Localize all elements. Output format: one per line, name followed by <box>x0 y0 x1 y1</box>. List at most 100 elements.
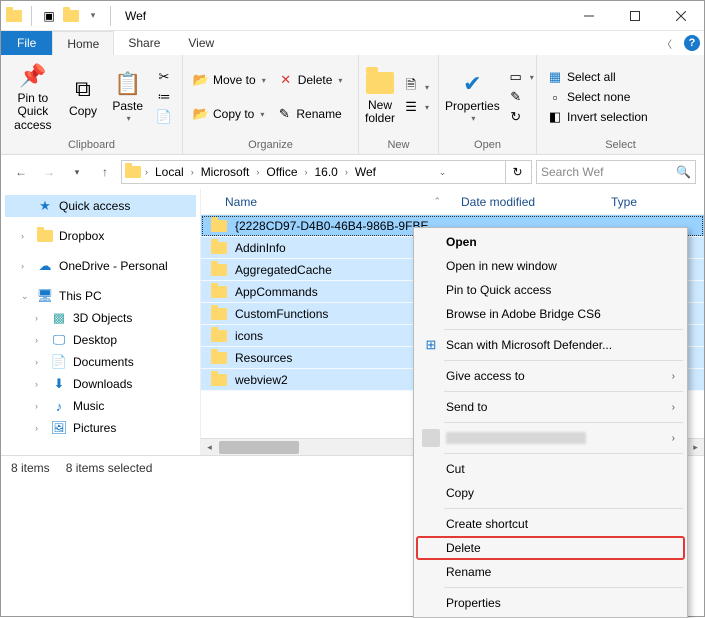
select-all-button[interactable]: ▦Select all <box>543 68 652 86</box>
copy-to-button[interactable]: 📂Copy to▾ <box>189 105 268 123</box>
delete-icon: ✕ <box>278 72 294 88</box>
tree-this-pc[interactable]: ⌄🖥This PC <box>5 285 196 307</box>
tree-3d-objects[interactable]: ›▩3D Objects <box>5 307 196 329</box>
tree-documents[interactable]: ›📄Documents <box>5 351 196 373</box>
tab-view[interactable]: View <box>174 31 228 55</box>
quick-access-toolbar: ▣ ▾ <box>1 6 119 26</box>
group-open: ✔ Properties ▾ ▭▾ ✎ ↻ Open <box>439 55 537 154</box>
ctx-browse-bridge[interactable]: Browse in Adobe Bridge CS6 <box>416 302 685 326</box>
search-icon[interactable]: 🔍 <box>676 165 691 179</box>
maximize-button[interactable] <box>612 1 658 31</box>
close-button[interactable] <box>658 1 704 31</box>
ctx-give-access[interactable]: Give access to› <box>416 364 685 388</box>
group-label-organize: Organize <box>183 139 358 154</box>
chevron-right-icon[interactable]: › <box>142 167 151 177</box>
ctx-open[interactable]: Open <box>416 230 685 254</box>
open-icon: ▭ <box>508 69 524 85</box>
shortcut-icon: 📄 <box>156 109 172 125</box>
tree-downloads[interactable]: ›⬇Downloads <box>5 373 196 395</box>
ctx-create-shortcut[interactable]: Create shortcut <box>416 512 685 536</box>
crumb-local[interactable]: Local <box>151 161 188 183</box>
back-button[interactable]: ← <box>9 160 33 184</box>
move-to-button[interactable]: 📂Move to▾ <box>189 71 270 89</box>
ctx-delete[interactable]: Delete <box>416 536 685 560</box>
tree-quick-access[interactable]: ★Quick access <box>5 195 196 217</box>
cut-small-button[interactable]: ✂ <box>152 68 176 86</box>
scroll-right-icon[interactable]: ▸ <box>687 439 704 455</box>
select-none-icon: ▫ <box>547 89 563 105</box>
ctx-cut[interactable]: Cut <box>416 457 685 481</box>
properties-label: Properties <box>445 100 500 113</box>
paste-button[interactable]: 📋 Paste ▾ <box>107 70 148 124</box>
column-date[interactable]: Date modified <box>451 195 601 209</box>
ctx-redacted-item[interactable]: x› <box>416 426 685 450</box>
properties-qat-icon[interactable]: ▣ <box>40 7 58 25</box>
history-small-button[interactable]: ↻ <box>504 108 538 126</box>
new-item-button[interactable]: 🗎▾ <box>399 78 433 96</box>
open-folder-qat-icon[interactable] <box>62 7 80 25</box>
new-folder-button[interactable]: New folder <box>365 69 395 125</box>
ctx-open-new-window[interactable]: Open in new window <box>416 254 685 278</box>
select-none-button[interactable]: ▫Select none <box>543 88 652 106</box>
properties-button[interactable]: ✔ Properties ▾ <box>445 70 500 124</box>
easy-access-button[interactable]: ☰▾ <box>399 98 433 116</box>
paste-shortcut-small-button[interactable]: 📄 <box>152 108 176 126</box>
minimize-button[interactable] <box>566 1 612 31</box>
breadcrumb-dropdown[interactable]: ⌄ <box>430 161 454 183</box>
search-input[interactable]: Search Wef 🔍 <box>536 160 696 184</box>
invert-selection-button[interactable]: ◧Invert selection <box>543 108 652 126</box>
scroll-thumb[interactable] <box>219 441 299 454</box>
column-headers: Name⌃ Date modified Type <box>201 189 704 215</box>
ribbon-tabs: File Home Share View 〈 ? <box>1 31 704 55</box>
refresh-button[interactable]: ↻ <box>505 161 529 183</box>
ctx-properties[interactable]: Properties <box>416 591 685 615</box>
crumb-wef[interactable]: Wef <box>351 161 380 183</box>
desktop-icon: 🖵 <box>51 332 67 348</box>
separator <box>444 453 683 454</box>
collapse-ribbon-icon[interactable]: 〈 <box>654 31 680 55</box>
crumb-office[interactable]: Office <box>262 161 301 183</box>
tree-desktop[interactable]: ›🖵Desktop <box>5 329 196 351</box>
navigation-tree[interactable]: ★Quick access ›Dropbox ›☁OneDrive - Pers… <box>1 189 201 455</box>
ctx-copy[interactable]: Copy <box>416 481 685 505</box>
edit-small-button[interactable]: ✎ <box>504 88 538 106</box>
cube-icon: ▩ <box>51 310 67 326</box>
breadcrumb[interactable]: › Local› Microsoft› Office› 16.0› Wef ⌄ … <box>121 160 532 184</box>
tab-file[interactable]: File <box>1 31 52 55</box>
tab-share[interactable]: Share <box>114 31 174 55</box>
paste-label: Paste <box>112 100 143 113</box>
folder-icon <box>211 372 227 388</box>
rename-button[interactable]: ✎Rename <box>272 105 345 123</box>
select-all-icon: ▦ <box>547 69 563 85</box>
up-button[interactable]: ↑ <box>93 160 117 184</box>
ctx-send-to[interactable]: Send to› <box>416 395 685 419</box>
rename-icon: ✎ <box>276 106 292 122</box>
delete-button[interactable]: ✕Delete▾ <box>274 71 347 89</box>
tree-pictures[interactable]: ›🖼Pictures <box>5 417 196 439</box>
ctx-pin-quick-access[interactable]: Pin to Quick access <box>416 278 685 302</box>
folder-icon <box>211 350 227 366</box>
copy-button[interactable]: ⧉ Copy <box>63 75 104 118</box>
scroll-left-icon[interactable]: ◂ <box>201 439 218 455</box>
qat-dropdown-icon[interactable]: ▾ <box>84 7 102 25</box>
edit-icon: ✎ <box>508 89 524 105</box>
crumb-16-0[interactable]: 16.0 <box>311 161 342 183</box>
pin-to-quick-access-button[interactable]: 📌 Pin to Quick access <box>7 62 59 132</box>
help-button[interactable]: ? <box>680 31 704 55</box>
new-item-icon: 🗎 <box>403 79 419 95</box>
open-small-button[interactable]: ▭▾ <box>504 68 538 86</box>
tab-home[interactable]: Home <box>52 31 114 55</box>
crumb-microsoft[interactable]: Microsoft <box>197 161 254 183</box>
forward-button[interactable]: → <box>37 160 61 184</box>
ctx-defender-scan[interactable]: ⊞Scan with Microsoft Defender... <box>416 333 685 357</box>
copy-path-small-button[interactable]: ≔ <box>152 88 176 106</box>
tree-dropbox[interactable]: ›Dropbox <box>5 225 196 247</box>
column-type[interactable]: Type <box>601 195 704 209</box>
chevron-right-icon: › <box>672 433 675 444</box>
recent-dropdown[interactable]: ▾ <box>65 160 89 184</box>
easy-access-icon: ☰ <box>403 99 419 115</box>
tree-music[interactable]: ›♪Music <box>5 395 196 417</box>
column-name[interactable]: Name⌃ <box>201 195 451 209</box>
tree-onedrive[interactable]: ›☁OneDrive - Personal <box>5 255 196 277</box>
ctx-rename[interactable]: Rename <box>416 560 685 584</box>
